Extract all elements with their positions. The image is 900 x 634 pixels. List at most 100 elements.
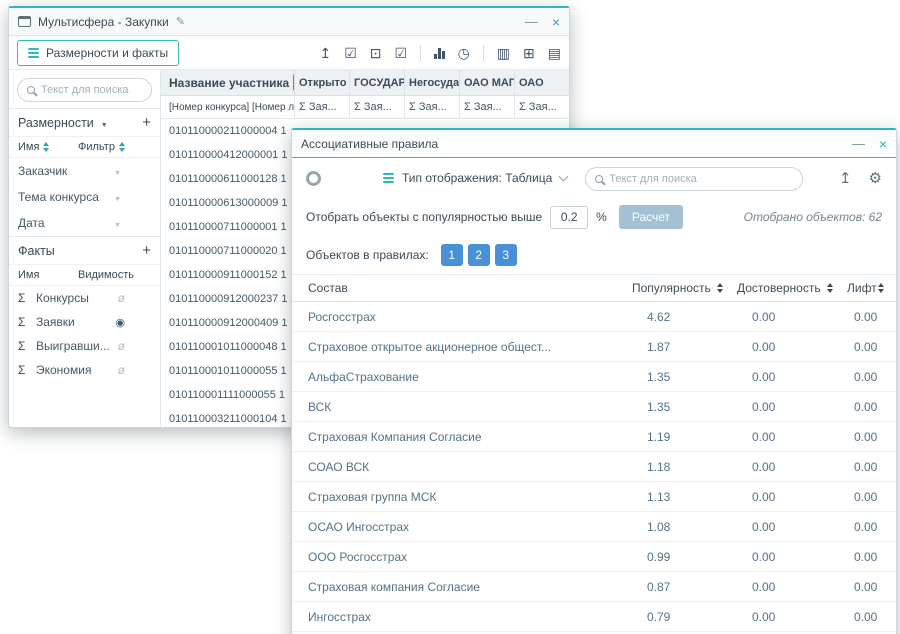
close-button[interactable]: × [879,137,887,151]
popularity-filter-label: Отобрать объекты с популярностью выше [306,210,542,224]
gear-icon[interactable]: ⚙ [869,171,882,186]
popularity-cell: 4.62 [632,310,737,324]
object-count-buttons: 1 2 3 [441,244,517,266]
contest-number-cell: 010110000711000020 1 [161,245,295,257]
minimize-button[interactable]: — [852,137,865,150]
lift-cell: 0.00 [847,340,896,354]
dimensions-section-header: Размерности + [9,108,160,137]
popularity-cell: 0.79 [632,610,737,624]
dialog-search-input[interactable]: Текст для поиска [585,167,803,191]
composition-cell: ООО Росгосстрах [292,550,632,564]
popularity-header[interactable]: Популярность [632,281,737,295]
dimensions-facts-button[interactable]: Размерности и факты [17,40,179,66]
fact-item[interactable]: Σ Заявки [9,310,160,334]
object-count-button-2[interactable]: 2 [468,244,490,266]
fact-column-header[interactable]: Σ Зая... [515,96,569,118]
column-header[interactable]: Негосуда [405,70,460,95]
fact-item[interactable]: Σ Экономия [9,358,160,382]
dialog-window-controls: — × [852,137,887,151]
dimension-item[interactable]: Тема конкурса [9,184,160,210]
fact-column-header[interactable]: Σ Зая... [350,96,405,118]
list-icon [383,173,394,183]
column-header[interactable]: ОАО МАГ [460,70,515,95]
select-columns-icon[interactable]: ☑ [344,46,357,60]
lift-cell: 0.00 [847,310,896,324]
dimensions-filter-icon[interactable] [101,116,108,130]
table-header-row: Название участника Открыто ГОСУДАР Негос… [161,70,569,96]
participant-name-header[interactable]: Название участника [161,70,295,95]
column-header[interactable]: ОАО [515,70,569,95]
table-row[interactable]: ООО Росгосстрах 0.99 0.00 0.00 [292,542,896,572]
dimension-item[interactable]: Заказчик [9,158,160,184]
object-count-button-1[interactable]: 1 [441,244,463,266]
display-type-dropdown[interactable]: Тип отображения: Таблица [383,171,567,185]
popularity-threshold-input[interactable] [550,206,588,229]
table-row[interactable]: СОАО ВСК 1.18 0.00 0.00 [292,452,896,482]
select-rows-icon[interactable]: ☑ [395,46,408,60]
sort-icon[interactable] [827,283,833,293]
table-row[interactable]: ВСК 1.35 0.00 0.00 [292,392,896,422]
name-column-header[interactable]: Имя [18,269,78,281]
object-count-button-3[interactable]: 3 [495,244,517,266]
archive-icon[interactable]: ▤ [548,46,561,60]
sidebar-search-input[interactable]: Текст для поиска [17,78,152,102]
sort-icon [43,142,49,152]
table-row[interactable]: Страховая компания Согласие 0.87 0.00 0.… [292,572,896,602]
facts-title: Факты [18,244,55,258]
donut-chart-icon[interactable] [306,171,321,186]
grid-icon[interactable]: ⊞ [523,46,535,60]
display-type-label: Тип отображения: Таблица [402,171,552,185]
dimension-item[interactable]: Дата [9,210,160,236]
table-row[interactable]: Ингосстрах 0.79 0.00 0.00 [292,602,896,632]
lift-header[interactable]: Лифт [847,281,896,295]
column-header[interactable]: ГОСУДАР [350,70,405,95]
fact-item[interactable]: Σ Выигравши... [9,334,160,358]
table-row[interactable]: Росгосстрах 4.62 0.00 0.00 [292,302,896,332]
add-fact-button[interactable]: + [142,243,151,258]
fact-item[interactable]: Σ Конкурсы [9,286,160,310]
filter-icon[interactable] [114,216,121,230]
contest-lot-header[interactable]: [Номер конкурса] [Номер лота] [161,96,295,118]
sort-icon[interactable] [878,283,884,293]
sigma-icon: Σ [18,291,29,305]
table-row[interactable]: АльфаСтрахование 1.35 0.00 0.00 [292,362,896,392]
slides-icon[interactable]: ▥ [497,46,510,60]
sort-icon[interactable] [717,283,723,293]
filter-icon[interactable] [114,190,121,204]
dialog-toolbar: Тип отображения: Таблица Текст для поиск… [292,158,896,198]
composition-header[interactable]: Состав [292,281,632,295]
add-dimension-button[interactable]: + [142,115,151,130]
visibility-off-icon[interactable] [118,364,125,376]
contest-number-cell: 010110001011000055 1 [161,365,295,377]
main-titlebar: Мультисфера - Закупки ✎ — × [9,8,569,36]
fact-column-header[interactable]: Σ Зая... [295,96,350,118]
name-column-header[interactable]: Имя [18,141,78,153]
filter-column-header[interactable]: Фильтр [78,141,125,153]
table-row[interactable]: Страховая группа МСК 1.13 0.00 0.00 [292,482,896,512]
visibility-off-icon[interactable] [118,340,125,352]
history-clock-icon[interactable]: ◷ [458,46,470,60]
edit-title-icon[interactable]: ✎ [176,15,185,28]
contest-number-cell: 010110000912000237 1 [161,293,295,305]
fact-column-header[interactable]: Σ Зая... [460,96,515,118]
export-icon[interactable]: ↥ [839,171,852,186]
calculate-button[interactable]: Расчет [619,205,683,229]
confidence-header[interactable]: Достоверность [737,281,847,295]
column-header[interactable]: Открыто [295,70,350,95]
table-row[interactable]: Страховая Компания Согласие 1.19 0.00 0.… [292,422,896,452]
visibility-off-icon[interactable] [118,292,125,304]
table-row[interactable]: ОСАО Ингосстрах 1.08 0.00 0.00 [292,512,896,542]
close-button[interactable]: × [552,15,560,29]
minimize-button[interactable]: — [525,15,538,28]
bar-chart-icon[interactable] [434,47,445,59]
lift-cell: 0.00 [847,400,896,414]
table-row[interactable]: Страховое открытое акционерное общест...… [292,332,896,362]
lift-cell: 0.00 [847,370,896,384]
visibility-column-header[interactable]: Видимость [78,269,134,281]
alert-box-icon[interactable]: ⊡ [370,46,382,60]
filter-icon[interactable] [114,164,121,178]
fact-column-header[interactable]: Σ Зая... [405,96,460,118]
export-icon[interactable]: ↥ [319,46,331,60]
composition-cell: Страховая Компания Согласие [292,430,632,444]
visibility-on-icon[interactable] [115,316,125,329]
